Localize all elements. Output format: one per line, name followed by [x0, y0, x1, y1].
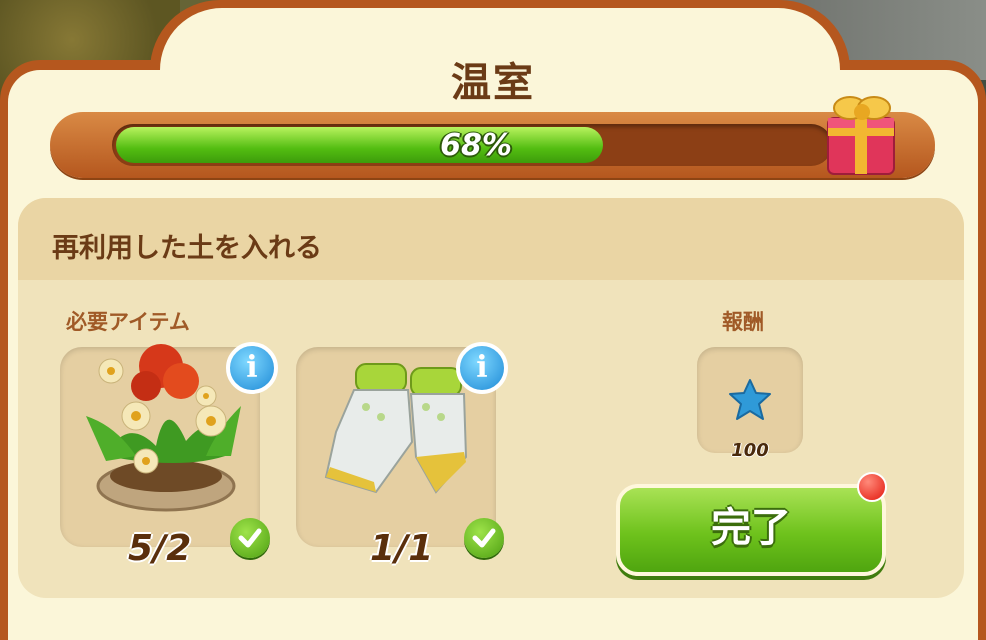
complete-button[interactable]: 完了 — [616, 484, 886, 576]
gift-box-icon[interactable] — [822, 88, 902, 180]
blue-star-icon — [729, 379, 771, 420]
item-info-button[interactable]: i — [226, 342, 278, 394]
checkmark-icon — [464, 518, 504, 558]
item-info-button[interactable]: i — [456, 342, 508, 394]
reward-amount: 100 — [731, 440, 769, 461]
item-count: 5/2 — [128, 528, 192, 569]
gardening-gloves-icon — [324, 363, 468, 494]
notification-dot — [857, 472, 887, 502]
required-items-label: 必要アイテム — [66, 310, 190, 334]
progress-label: 68% — [440, 128, 512, 163]
item-count: 1/1 — [370, 528, 434, 569]
task-title: 再利用した土を入れる — [52, 233, 322, 264]
checkmark-icon — [230, 518, 270, 558]
reward-label: 報酬 — [722, 310, 764, 334]
